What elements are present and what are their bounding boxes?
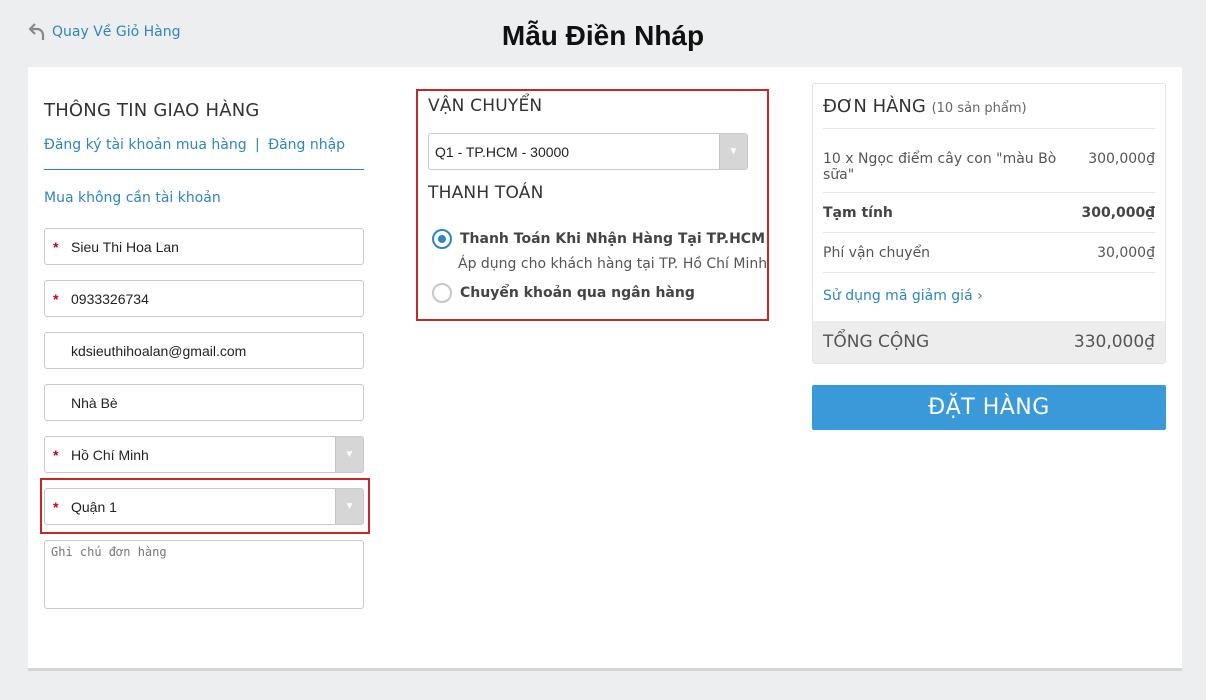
chevron-right-icon: › (977, 288, 983, 304)
radio-unselected-icon[interactable] (432, 283, 452, 303)
required-icon: * (53, 238, 59, 255)
shipping-method-value: Q1 - TP.HCM - 30000 (435, 143, 570, 160)
total-label: TỔNG CỘNG (823, 332, 930, 352)
name-value: Sieu Thi Hoa Lan (71, 238, 179, 255)
shipping-fee-value: 30,000₫ (1097, 245, 1155, 261)
item-label: 10 x Ngọc điểm cây con "màu Bò sữa" (823, 151, 1057, 183)
section-divider (44, 169, 364, 170)
guest-checkout-label: Mua không cần tài khoản (44, 190, 221, 206)
dropdown-arrow-icon[interactable]: ▼ (335, 437, 363, 472)
required-icon: * (53, 290, 59, 307)
subtotal-value: 300,000₫ (1081, 205, 1155, 221)
shipping-fee-label: Phí vận chuyển (823, 245, 931, 261)
email-field[interactable]: kdsieuthihoalan@gmail.com (44, 332, 364, 369)
payment-option-label: Chuyển khoản qua ngân hàng (460, 285, 695, 301)
payment-option-cod[interactable]: Thanh Toán Khi Nhận Hàng Tại TP.HCM (432, 229, 765, 249)
subtotal-row: Tạm tính 300,000₫ (823, 205, 1155, 221)
shipping-fee-row: Phí vận chuyển 30,000₫ (823, 245, 1155, 261)
address-field[interactable]: Nhà Bè (44, 384, 364, 421)
phone-field[interactable]: * 0933326734 (44, 280, 364, 317)
place-order-button[interactable]: ĐẶT HÀNG (812, 385, 1166, 430)
page-title: Mẫu Điền Nháp (501, 20, 705, 51)
order-heading: ĐƠN HÀNG (10 sản phẩm) (823, 96, 1027, 117)
province-value: Hồ Chí Minh (71, 446, 149, 463)
order-notes-textarea[interactable] (44, 540, 364, 609)
address-value: Nhà Bè (71, 394, 118, 411)
subtotal-label: Tạm tính (823, 205, 893, 221)
delivery-title: THÔNG TIN GIAO HÀNG (44, 100, 260, 121)
delivery-info-section: THÔNG TIN GIAO HÀNG Đăng ký tài khoản mu… (44, 96, 364, 206)
phone-value: 0933326734 (71, 290, 149, 307)
shipping-method-select[interactable]: Q1 - TP.HCM - 30000 ▼ (428, 133, 748, 170)
shipping-section: VẬN CHUYỂN (428, 96, 748, 116)
payment-option-bank-transfer[interactable]: Chuyển khoản qua ngân hàng (432, 283, 695, 303)
shipping-title: VẬN CHUYỂN (428, 96, 543, 116)
order-item-count: (10 sản phẩm) (931, 101, 1027, 116)
divider (823, 128, 1155, 129)
divider (823, 232, 1155, 233)
email-value: kdsieuthihoalan@gmail.com (71, 342, 247, 359)
coupon-label: Sử dụng mã giảm giá (823, 288, 973, 304)
total-bar: TỔNG CỘNG 330,000₫ (813, 321, 1165, 363)
divider (823, 272, 1155, 273)
total-value: 330,000₫ (1073, 332, 1155, 352)
name-field[interactable]: * Sieu Thi Hoa Lan (44, 228, 364, 265)
account-links: Đăng ký tài khoản mua hàng | Đăng nhập (44, 137, 364, 153)
payment-title: THANH TOÁN (428, 183, 544, 203)
order-item-row: 10 x Ngọc điểm cây con "màu Bò sữa" 300,… (823, 151, 1155, 183)
order-title: ĐƠN HÀNG (823, 96, 926, 117)
payment-option-description: Áp dụng cho khách hàng tại TP. Hồ Chí Mi… (458, 256, 768, 272)
link-separator: | (255, 137, 260, 153)
payment-option-label: Thanh Toán Khi Nhận Hàng Tại TP.HCM (460, 231, 766, 247)
login-link[interactable]: Đăng nhập (268, 137, 345, 153)
radio-selected-icon[interactable] (432, 229, 452, 249)
divider (823, 192, 1155, 193)
coupon-link[interactable]: Sử dụng mã giảm giá › (823, 288, 983, 304)
dropdown-arrow-icon[interactable]: ▼ (719, 134, 747, 169)
required-icon: * (53, 446, 59, 463)
province-select[interactable]: * Hồ Chí Minh ▼ (44, 436, 364, 473)
item-price: 300,000₫ (1088, 151, 1155, 167)
district-highlight-box (40, 478, 370, 534)
order-summary: ĐƠN HÀNG (10 sản phẩm) 10 x Ngọc điểm câ… (812, 83, 1166, 364)
register-link[interactable]: Đăng ký tài khoản mua hàng (44, 137, 247, 153)
